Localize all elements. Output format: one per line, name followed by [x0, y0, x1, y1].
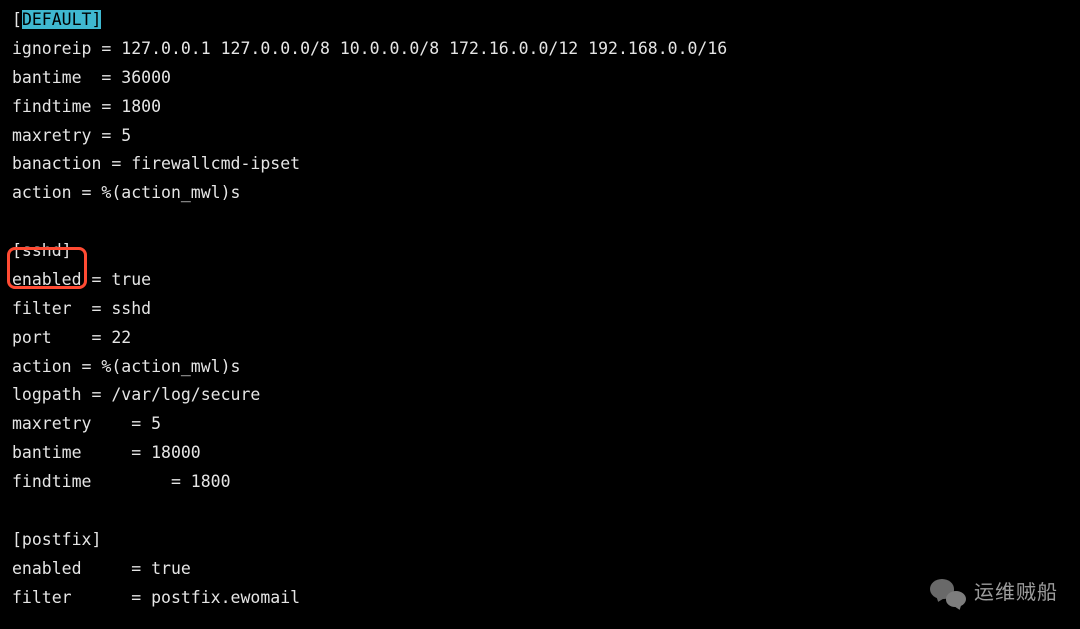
config-line-sshd-logpath: logpath = /var/log/secure [12, 381, 1068, 410]
config-line-bantime: bantime = 36000 [12, 64, 1068, 93]
config-line-action: action = %(action_mwl)s [12, 179, 1068, 208]
config-line-sshd-maxretry: maxretry = 5 [12, 410, 1068, 439]
config-line-postfix-enabled: enabled = true [12, 555, 1068, 584]
bracket-open: [ [12, 10, 22, 29]
config-line-ignoreip: ignoreip = 127.0.0.1 127.0.0.0/8 10.0.0.… [12, 35, 1068, 64]
blank-line [12, 208, 1068, 237]
watermark-text: 运维贼船 [974, 576, 1058, 611]
config-line-sshd-filter: filter = sshd [12, 295, 1068, 324]
config-line-sshd-header: [sshd] [12, 237, 1068, 266]
config-line-default-header: [DEFAULT] [12, 6, 1068, 35]
config-line-sshd-enabled: enabled = true [12, 266, 1068, 295]
config-line-maxretry: maxretry = 5 [12, 122, 1068, 151]
watermark: 运维贼船 [930, 576, 1058, 611]
blank-line [12, 497, 1068, 526]
config-line-postfix-filter: filter = postfix.ewomail [12, 584, 1068, 613]
config-line-sshd-port: port = 22 [12, 324, 1068, 353]
wechat-icon [930, 579, 966, 609]
config-line-sshd-action: action = %(action_mwl)s [12, 353, 1068, 382]
config-line-banaction: banaction = firewallcmd-ipset [12, 150, 1068, 179]
highlighted-default: DEFAULT] [22, 10, 101, 29]
config-line-sshd-findtime: findtime = 1800 [12, 468, 1068, 497]
config-line-postfix-header: [postfix] [12, 526, 1068, 555]
config-line-sshd-bantime: bantime = 18000 [12, 439, 1068, 468]
config-line-findtime: findtime = 1800 [12, 93, 1068, 122]
